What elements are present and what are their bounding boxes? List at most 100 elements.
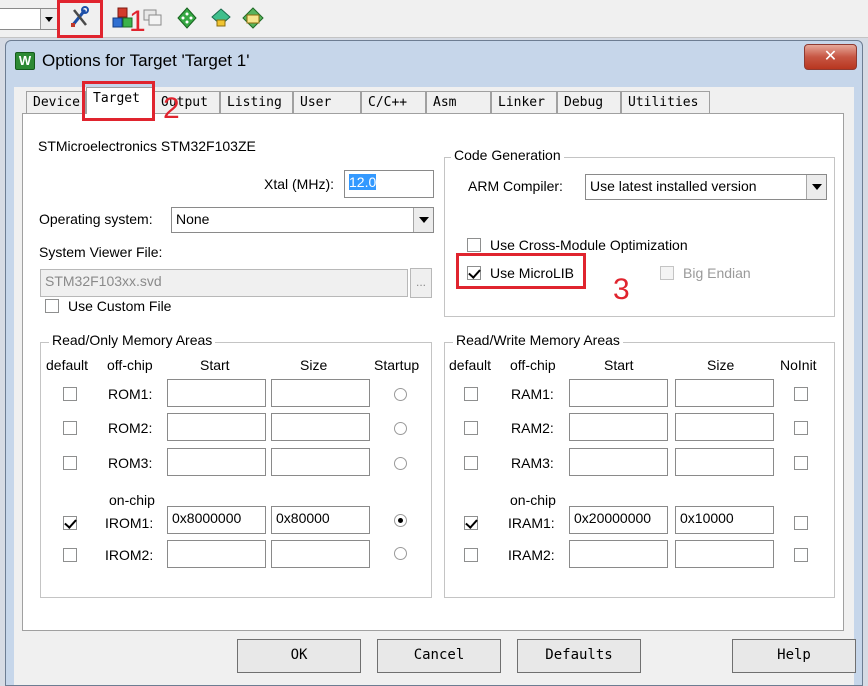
iram1-start-input[interactable]: 0x20000000: [569, 506, 668, 534]
irom2-label: IROM2:: [105, 547, 154, 563]
irom2-default-checkbox[interactable]: [63, 548, 77, 562]
tab-listing[interactable]: Listing: [220, 91, 293, 113]
iram2-default-checkbox[interactable]: [464, 548, 478, 562]
svf-input: STM32F103xx.svd: [40, 269, 408, 297]
tab-user[interactable]: User: [293, 91, 361, 113]
ok-button[interactable]: OK: [237, 639, 361, 673]
tab-device[interactable]: Device: [26, 91, 86, 113]
rw-header-default: default: [449, 357, 492, 373]
rom3-label: ROM3:: [108, 455, 153, 471]
ram2-size-input[interactable]: [675, 413, 774, 441]
ro-header-default: default: [46, 357, 89, 373]
ram1-start-input[interactable]: [569, 379, 668, 407]
rw-header-size: Size: [707, 357, 735, 373]
rw-header-noinit: NoInit: [780, 357, 817, 373]
ro-header-start: Start: [200, 357, 230, 373]
device-name: STMicroelectronics STM32F103ZE: [38, 138, 256, 154]
select-packs-icon[interactable]: [174, 4, 200, 32]
target-selector[interactable]: [0, 8, 58, 30]
ram1-label: RAM1:: [511, 386, 554, 402]
os-select[interactable]: None: [171, 207, 434, 233]
cancel-button[interactable]: Cancel: [377, 639, 501, 673]
rom2-startup-radio[interactable]: [394, 422, 407, 435]
irom2-start-input[interactable]: [167, 540, 266, 568]
chevron-down-icon[interactable]: [413, 208, 433, 232]
cross-module-checkbox[interactable]: [467, 238, 481, 252]
tab-debug[interactable]: Debug: [557, 91, 621, 113]
annotation-box-2: [82, 81, 155, 121]
options-dialog: W Options for Target 'Target 1' ✕ Device…: [5, 40, 863, 686]
iram1-label: IRAM1:: [508, 515, 555, 531]
tab-utilities[interactable]: Utilities: [621, 91, 710, 113]
iram1-default-checkbox[interactable]: [464, 516, 478, 530]
ram3-size-input[interactable]: [675, 448, 774, 476]
iram2-size-input[interactable]: [675, 540, 774, 568]
irom1-start-input[interactable]: 0x8000000: [167, 506, 266, 534]
rom1-default-checkbox[interactable]: [63, 387, 77, 401]
iram2-label: IRAM2:: [508, 547, 555, 563]
irom1-default-checkbox[interactable]: [63, 516, 77, 530]
app-icon: W: [15, 52, 35, 70]
irom2-startup-radio[interactable]: [394, 547, 407, 560]
ram1-noinit-checkbox[interactable]: [794, 387, 808, 401]
tab-linker[interactable]: Linker: [491, 91, 557, 113]
custom-file-checkbox[interactable]: [45, 299, 59, 313]
irom2-size-input[interactable]: [271, 540, 370, 568]
ram3-default-checkbox[interactable]: [464, 456, 478, 470]
tab-asm[interactable]: Asm: [426, 91, 491, 113]
svf-label: System Viewer File:: [39, 244, 163, 260]
rom1-size-input[interactable]: [271, 379, 370, 407]
rom1-start-input[interactable]: [167, 379, 266, 407]
annotation-label-2: 2: [163, 92, 180, 125]
iram2-noinit-checkbox[interactable]: [794, 548, 808, 562]
rom3-startup-radio[interactable]: [394, 457, 407, 470]
rom3-size-input[interactable]: [271, 448, 370, 476]
pack-installer-icon[interactable]: [208, 4, 234, 32]
irom1-size-input[interactable]: 0x80000: [271, 506, 370, 534]
annotation-box-3: [456, 253, 586, 289]
close-button[interactable]: ✕: [804, 44, 857, 70]
rw-header-off-chip: off-chip: [510, 357, 556, 373]
tab-c-cpp[interactable]: C/C++: [361, 91, 426, 113]
ram3-start-input[interactable]: [569, 448, 668, 476]
rom2-start-input[interactable]: [167, 413, 266, 441]
iram2-start-input[interactable]: [569, 540, 668, 568]
rw-header-start: Start: [604, 357, 634, 373]
xtal-input[interactable]: 12.0: [344, 170, 434, 198]
rom2-default-checkbox[interactable]: [63, 421, 77, 435]
ram1-default-checkbox[interactable]: [464, 387, 478, 401]
ram2-label: RAM2:: [511, 420, 554, 436]
compiler-select[interactable]: Use latest installed version: [585, 174, 827, 200]
dialog-title: Options for Target 'Target 1': [42, 51, 250, 70]
rom2-size-input[interactable]: [271, 413, 370, 441]
annotation-label-1: 1: [129, 5, 146, 38]
irom1-startup-radio[interactable]: [394, 514, 407, 527]
ram2-start-input[interactable]: [569, 413, 668, 441]
ro-header-off-chip: off-chip: [107, 357, 153, 373]
iram1-size-input[interactable]: 0x10000: [675, 506, 774, 534]
defaults-button[interactable]: Defaults: [517, 639, 641, 673]
ram1-size-input[interactable]: [675, 379, 774, 407]
title-bar[interactable]: W Options for Target 'Target 1' ✕: [6, 41, 862, 81]
book-icon[interactable]: [240, 4, 266, 32]
target-tab-page: STMicroelectronics STM32F103ZE Xtal (MHz…: [22, 113, 844, 631]
ram3-noinit-checkbox[interactable]: [794, 456, 808, 470]
rom2-label: ROM2:: [108, 420, 153, 436]
help-button[interactable]: Help: [732, 639, 856, 673]
ram2-default-checkbox[interactable]: [464, 421, 478, 435]
rom1-startup-radio[interactable]: [394, 388, 407, 401]
ram3-label: RAM3:: [511, 455, 554, 471]
rom1-label: ROM1:: [108, 386, 153, 402]
irom1-label: IROM1:: [105, 515, 154, 531]
rom3-default-checkbox[interactable]: [63, 456, 77, 470]
rom3-start-input[interactable]: [167, 448, 266, 476]
browse-button: ...: [410, 268, 432, 298]
big-endian-label: Big Endian: [683, 265, 751, 281]
chevron-down-icon[interactable]: [806, 175, 826, 199]
iram1-noinit-checkbox[interactable]: [794, 516, 808, 530]
code-generation-label: Code Generation: [451, 147, 564, 163]
chevron-down-icon[interactable]: [40, 9, 57, 29]
ram2-noinit-checkbox[interactable]: [794, 421, 808, 435]
big-endian-checkbox: [660, 266, 674, 280]
annotation-box-1: [57, 0, 103, 38]
